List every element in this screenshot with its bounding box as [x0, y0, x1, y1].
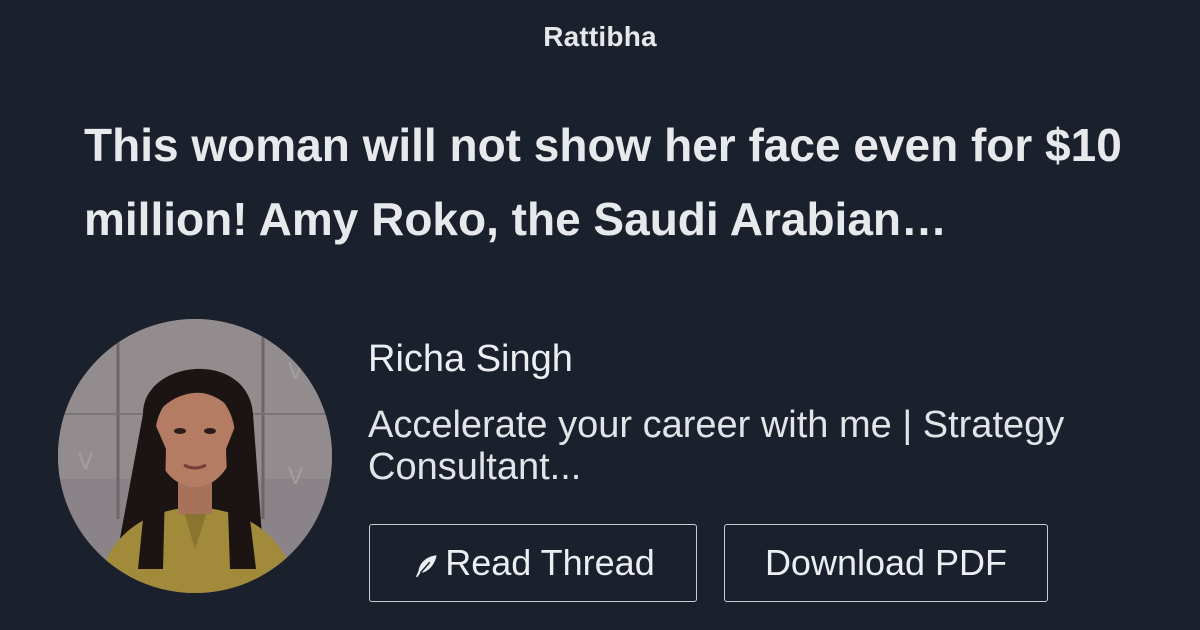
- download-pdf-button[interactable]: Download PDF: [724, 524, 1048, 602]
- author-avatar: V V V: [58, 319, 332, 593]
- feather-icon: [411, 551, 441, 581]
- svg-text:V: V: [78, 450, 93, 475]
- read-thread-label: Read Thread: [445, 542, 655, 583]
- svg-text:V: V: [288, 360, 303, 385]
- svg-text:V: V: [288, 465, 303, 490]
- author-name: Richa Singh: [368, 338, 573, 380]
- download-pdf-label: Download PDF: [764, 542, 1008, 583]
- read-thread-button[interactable]: Read Thread: [369, 524, 697, 602]
- site-brand: Rattibha: [543, 21, 657, 52]
- author-bio: Accelerate your career with me | Strateg…: [368, 404, 1065, 488]
- thread-title: This woman will not show her face even f…: [84, 119, 1122, 245]
